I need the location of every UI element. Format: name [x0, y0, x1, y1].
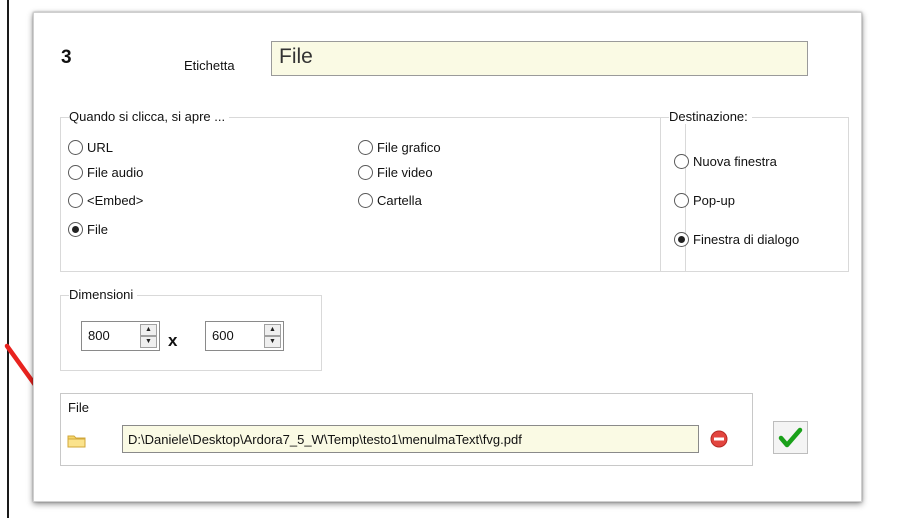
radio-label: File grafico: [377, 140, 441, 155]
confirm-button[interactable]: [773, 421, 808, 454]
radio-file-audio[interactable]: File audio: [68, 165, 143, 180]
radio-label: File audio: [87, 165, 144, 180]
radio-file-video[interactable]: File video: [358, 165, 433, 180]
radio-circle: [674, 154, 689, 169]
width-value: 800: [88, 328, 110, 343]
width-down-arrow-icon[interactable]: ▼: [140, 336, 157, 348]
radio-circle: [358, 165, 373, 180]
folder-icon[interactable]: [67, 433, 86, 448]
label-input[interactable]: File: [271, 41, 808, 76]
radio-circle: [674, 193, 689, 208]
radio-label: Nuova finestra: [693, 154, 777, 169]
height-down-arrow-icon[interactable]: ▼: [264, 336, 281, 348]
radio-circle: [68, 140, 83, 155]
height-stepper[interactable]: 600 ▲ ▼: [205, 321, 284, 351]
dimensions-separator: x: [168, 331, 178, 350]
radio-label: <Embed>: [87, 193, 144, 208]
radio-file[interactable]: File: [68, 222, 108, 237]
radio-nuova-finestra[interactable]: Nuova finestra: [674, 154, 777, 169]
opens-group: Quando si clicca, si apre ... URL File a…: [60, 109, 686, 272]
radio-file-grafico[interactable]: File grafico: [358, 140, 441, 155]
radio-circle-selected: [674, 232, 689, 247]
radio-circle: [68, 165, 83, 180]
dimensions-group-title: Dimensioni: [69, 287, 138, 302]
radio-embed[interactable]: <Embed>: [68, 193, 143, 208]
radio-circle-selected: [68, 222, 83, 237]
radio-cartella[interactable]: Cartella: [358, 193, 422, 208]
width-stepper-buttons: ▲ ▼: [140, 324, 157, 348]
radio-label: Cartella: [377, 193, 422, 208]
file-path-input[interactable]: D:\Daniele\Desktop\Ardora7_5_W\Temp\test…: [122, 425, 699, 453]
destination-group-title: Destinazione:: [669, 109, 752, 124]
destination-group: Destinazione: Nuova finestra Pop-up Fine…: [660, 109, 849, 272]
item-number: 3: [61, 47, 72, 68]
height-value: 600: [212, 328, 234, 343]
radio-label: Finestra di dialogo: [693, 232, 800, 247]
radio-url[interactable]: URL: [68, 140, 113, 155]
height-stepper-buttons: ▲ ▼: [264, 324, 281, 348]
width-stepper[interactable]: 800 ▲ ▼: [81, 321, 160, 351]
remove-icon[interactable]: [710, 430, 728, 448]
link-settings-panel: 3 Etichetta File Quando si clicca, si ap…: [33, 12, 862, 502]
radio-label: File video: [377, 165, 433, 180]
radio-pop-up[interactable]: Pop-up: [674, 193, 735, 208]
radio-finestra-di-dialogo[interactable]: Finestra di dialogo: [674, 232, 799, 247]
radio-label: Pop-up: [693, 193, 735, 208]
checkmark-icon: [778, 427, 803, 448]
radio-circle: [358, 140, 373, 155]
width-up-arrow-icon[interactable]: ▲: [140, 324, 157, 336]
opens-group-title: Quando si clicca, si apre ...: [69, 109, 230, 124]
radio-label: URL: [87, 140, 114, 155]
label-caption: Etichetta: [184, 58, 235, 73]
radio-label: File: [87, 222, 108, 237]
radio-circle: [358, 193, 373, 208]
height-up-arrow-icon[interactable]: ▲: [264, 324, 281, 336]
file-group-title: File: [68, 400, 89, 415]
radio-circle: [68, 193, 83, 208]
